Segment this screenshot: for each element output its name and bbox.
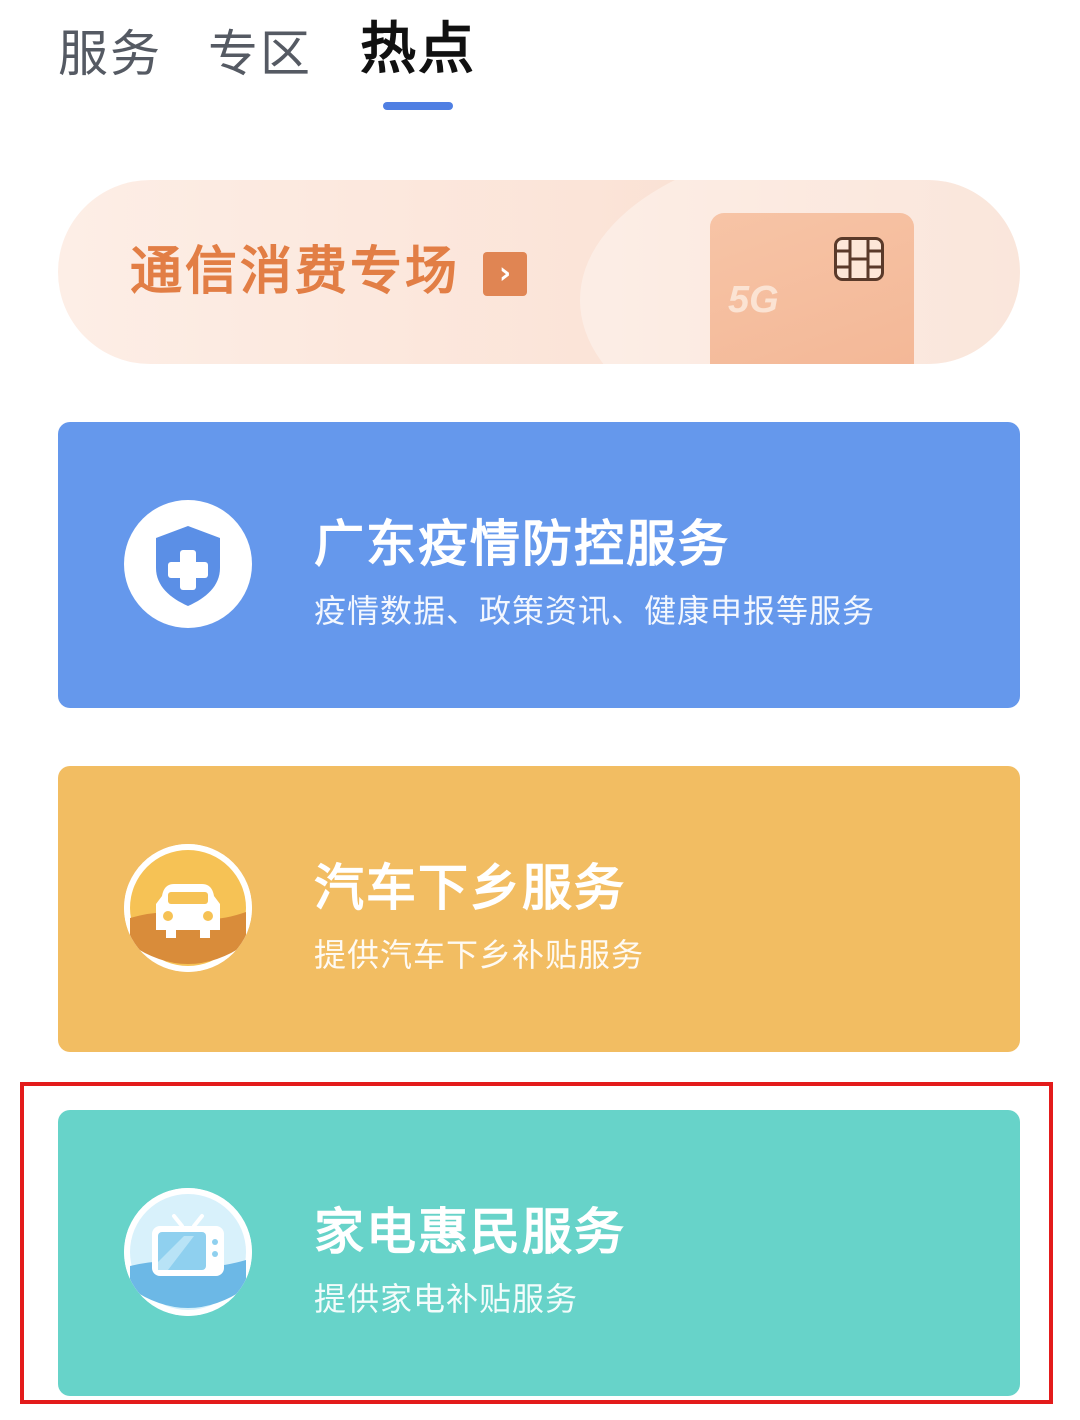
shield-plus-icon xyxy=(124,500,252,628)
car-icon xyxy=(124,844,252,972)
promo-banner-telecom[interactable]: 通信消费专场 › 5G xyxy=(58,180,1020,364)
tv-icon xyxy=(124,1188,252,1316)
chevron-right-icon: › xyxy=(483,252,527,296)
card-subtitle: 提供汽车下乡补贴服务 xyxy=(314,936,645,974)
tab-hot[interactable]: 热点 xyxy=(360,18,476,82)
card-title: 广东疫情防控服务 xyxy=(314,515,730,573)
sim-chip-icon xyxy=(834,237,884,281)
card-epidemic-service[interactable]: 广东疫情防控服务 疫情数据、政策资讯、健康申报等服务 xyxy=(58,422,1020,708)
card-title: 家电惠民服务 xyxy=(314,1203,626,1261)
tab-services[interactable]: 服务 xyxy=(58,22,162,86)
card-subtitle: 疫情数据、政策资讯、健康申报等服务 xyxy=(314,592,876,630)
sim-5g-label: 5G xyxy=(728,279,779,321)
sim-card-icon: 5G xyxy=(710,213,914,364)
card-title: 汽车下乡服务 xyxy=(314,859,626,917)
promo-title: 通信消费专场 xyxy=(130,242,461,302)
card-subtitle: 提供家电补贴服务 xyxy=(314,1280,579,1318)
card-car-service[interactable]: 汽车下乡服务 提供汽车下乡补贴服务 xyxy=(58,766,1020,1052)
card-appliance-service[interactable]: 家电惠民服务 提供家电补贴服务 xyxy=(58,1110,1020,1396)
tab-zones[interactable]: 专区 xyxy=(208,22,312,86)
active-tab-indicator xyxy=(383,102,453,110)
